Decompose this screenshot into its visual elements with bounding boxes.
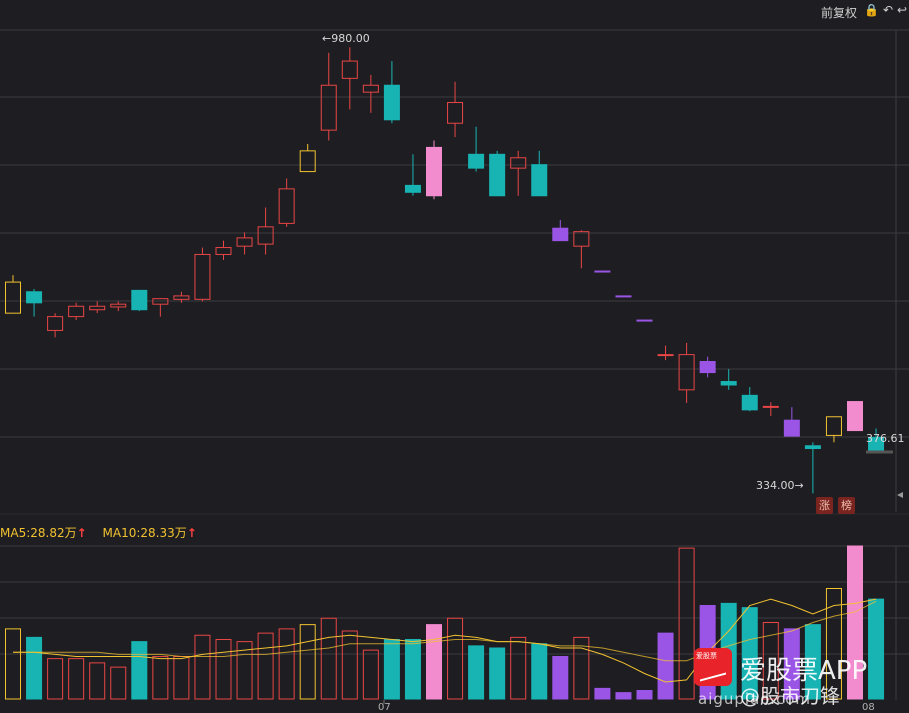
candle-body	[720, 381, 737, 386]
ma10-up-arrow: ↑	[186, 526, 197, 540]
volume-bar	[173, 656, 190, 700]
volume-bar	[636, 690, 653, 700]
candle-body	[257, 226, 274, 245]
undo-icon[interactable]: ↶	[883, 3, 893, 17]
candle-body	[552, 227, 569, 242]
volume-bar	[552, 656, 569, 700]
watermark-weibo: @股市刀锋	[740, 684, 840, 708]
candle-body	[26, 291, 43, 304]
volume-bar	[26, 636, 43, 700]
volume-bar	[594, 687, 611, 700]
volume-bar	[320, 617, 337, 700]
volume-bar	[131, 641, 148, 700]
volume-bar	[341, 630, 358, 700]
candle-body	[489, 153, 506, 197]
last-price-label: 376.61	[866, 432, 905, 445]
candle-body	[89, 305, 106, 311]
candle-body	[194, 253, 211, 300]
volume-bar	[657, 632, 674, 700]
x-tick-jul: 07	[378, 702, 391, 713]
volume-bar	[278, 628, 295, 700]
lock-icon[interactable]: 🔒	[864, 3, 879, 17]
low-price-label: 334.00→	[756, 479, 804, 492]
candle-body	[383, 84, 400, 121]
candle-body	[320, 84, 337, 131]
volume-bar	[68, 658, 85, 700]
candle-body	[531, 164, 548, 197]
volume-bar	[404, 639, 421, 700]
candle-body	[741, 394, 758, 411]
volume-bar	[468, 645, 485, 700]
high-price-label: ←980.00	[322, 32, 370, 45]
candle-body	[594, 270, 611, 273]
zhang-badge[interactable]: 涨	[816, 497, 833, 514]
candle-body	[131, 289, 148, 311]
candle-body	[341, 60, 358, 79]
x-tick-aug: 08	[862, 702, 875, 713]
candle-body	[510, 157, 527, 169]
volume-bar	[868, 598, 885, 700]
candle-body	[783, 419, 800, 437]
volume-bar	[678, 547, 695, 700]
candle-body	[110, 303, 127, 308]
candle-body	[468, 153, 485, 169]
volume-bar	[383, 639, 400, 700]
candle-body	[362, 84, 379, 93]
volume-bar	[194, 634, 211, 700]
volume-bar	[110, 666, 127, 700]
candle-body	[615, 295, 632, 298]
volume-bar	[447, 617, 464, 700]
volume-bar	[257, 632, 274, 700]
volume-bar	[615, 692, 632, 700]
kline-chart[interactable]	[0, 24, 909, 711]
ma10-value: MA10:28.33万	[102, 526, 187, 540]
candle-body	[699, 361, 716, 374]
volume-bar	[426, 624, 442, 700]
candle-body	[426, 146, 442, 197]
candle-body	[5, 281, 21, 314]
top-toolbar: 前复权 🔒 ↶ ↩	[0, 0, 909, 24]
candle-body	[447, 102, 464, 124]
candle-body	[215, 247, 232, 255]
ma5-up-arrow: ↑	[76, 526, 87, 540]
candle-body	[299, 150, 316, 173]
candle-body	[278, 188, 295, 224]
scroll-arrow-icon	[897, 492, 903, 498]
candle-body	[236, 237, 253, 247]
volume-bar	[89, 662, 106, 700]
volume-bar	[215, 639, 232, 700]
bang-badge[interactable]: 榜	[838, 497, 855, 514]
volume-bar	[47, 658, 64, 700]
price-adjust-selector[interactable]: 前复权	[821, 4, 857, 21]
candle-body	[47, 316, 64, 331]
volume-bar	[299, 624, 316, 700]
candle-body	[636, 319, 653, 322]
candle-body	[573, 231, 590, 247]
candle-body	[825, 416, 842, 436]
volume-ma-legend: MA5:28.82万↑ MA10:28.33万↑	[0, 522, 909, 544]
candle-body	[847, 401, 863, 432]
watermark-logo-line	[700, 664, 726, 682]
candle-body	[404, 184, 421, 193]
candle-body	[173, 295, 190, 300]
volume-bar	[362, 649, 379, 700]
volume-bar	[152, 656, 169, 700]
ma5-value: MA5:28.82万	[0, 526, 77, 540]
watermark-logo: 爱股票	[694, 648, 732, 686]
candle-body	[678, 354, 695, 391]
volume-bar	[531, 643, 548, 700]
volume-bar	[489, 647, 506, 700]
back-icon[interactable]: ↩	[897, 3, 907, 17]
watermark-logo-text: 爱股票	[696, 652, 717, 660]
volume-bar	[510, 636, 527, 700]
candle-body	[762, 405, 779, 408]
candle-body	[657, 354, 674, 357]
candle-body	[804, 445, 821, 450]
volume-bar	[5, 628, 21, 700]
candle-body	[68, 305, 85, 318]
